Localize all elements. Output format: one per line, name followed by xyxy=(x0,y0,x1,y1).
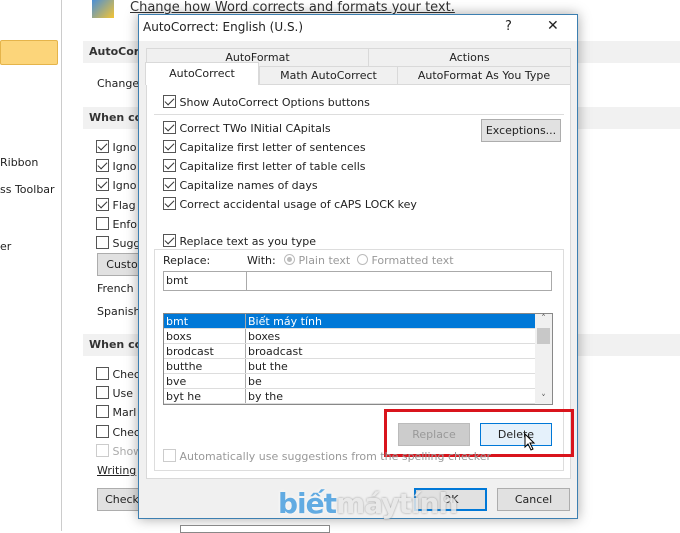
checkbox[interactable] xyxy=(163,95,176,108)
sidebar-item-other[interactable]: er xyxy=(0,240,11,253)
checkbox[interactable] xyxy=(163,140,176,153)
checkbox[interactable] xyxy=(96,140,109,153)
tab-math-autocorrect[interactable]: Math AutoCorrect xyxy=(259,66,398,85)
checkbox[interactable] xyxy=(96,405,109,419)
autocorrect-dialog: AutoCorrect: English (U.S.) ? ✕ AutoForm… xyxy=(138,14,578,519)
change-label: Change xyxy=(97,77,140,90)
tab-autocorrect[interactable]: AutoCorrect xyxy=(145,62,259,85)
mouse-cursor-icon xyxy=(524,432,536,454)
sidebar-item-proofing[interactable] xyxy=(0,40,58,65)
checkbox[interactable] xyxy=(163,121,176,134)
checkbox[interactable] xyxy=(163,159,176,172)
writing-style-label: Writing xyxy=(97,464,137,477)
checkbox[interactable] xyxy=(96,386,109,400)
replace-as-type-label: Replace text as you type xyxy=(179,235,316,248)
tab-actions[interactable]: Actions xyxy=(368,48,571,67)
options-sidebar xyxy=(0,0,62,531)
scroll-thumb[interactable] xyxy=(537,328,550,344)
bg-checklist-2: Chec Use Marl Chec Show xyxy=(96,365,142,461)
show-options-label: Show AutoCorrect Options buttons xyxy=(179,96,370,109)
with-label: With: xyxy=(247,254,276,267)
list-item[interactable]: brodcast broadcast xyxy=(164,344,535,359)
french-label: French xyxy=(97,282,134,295)
close-icon[interactable]: ✕ xyxy=(547,18,559,34)
list-item[interactable]: byt he by the xyxy=(164,389,535,404)
checkbox[interactable] xyxy=(96,443,109,457)
checkbox[interactable] xyxy=(163,197,176,210)
list-item[interactable]: bve be xyxy=(164,374,535,389)
divider xyxy=(154,114,564,115)
checkbox[interactable] xyxy=(163,449,176,462)
checkbox[interactable] xyxy=(96,424,109,438)
options-list: Correct TWo INitial CApitals Capitalize … xyxy=(163,119,417,214)
replace-label: Replace: xyxy=(163,254,211,267)
scroll-up-icon[interactable]: ˄ xyxy=(535,314,552,324)
replace-input[interactable]: bmt xyxy=(163,271,247,291)
spanish-label: Spanish xyxy=(97,305,141,318)
exceptions-button[interactable]: Exceptions... xyxy=(481,119,561,142)
checkbox[interactable] xyxy=(96,236,109,250)
header-text: Change how Word corrects and formats you… xyxy=(130,0,455,15)
checkbox[interactable] xyxy=(163,178,176,191)
checkbox[interactable] xyxy=(96,367,109,380)
autocorrect-panel: Show AutoCorrect Options buttons Correct… xyxy=(146,84,574,479)
cancel-button[interactable]: Cancel xyxy=(497,488,570,511)
help-button[interactable]: ? xyxy=(505,19,512,34)
sidebar-item-qat[interactable]: ss Toolbar xyxy=(0,183,55,196)
autocorrect-icon xyxy=(92,0,114,18)
title-bar: AutoCorrect: English (U.S.) ? ✕ xyxy=(139,15,577,41)
auto-suggest-label: Automatically use suggestions from the s… xyxy=(179,450,492,463)
plain-text-radio[interactable] xyxy=(284,254,295,265)
checkbox[interactable] xyxy=(163,234,176,247)
watermark-logo: biếtmáytính xyxy=(278,487,458,520)
with-input[interactable] xyxy=(246,271,552,291)
checkbox[interactable] xyxy=(96,178,109,192)
list-item[interactable]: butthe but the xyxy=(164,359,535,374)
bottom-dropdown[interactable] xyxy=(180,525,330,533)
entries-list[interactable]: bmt Biết máy tính boxs boxes brodcast broad… xyxy=(163,313,553,405)
list-item[interactable]: bmt Biết máy tính xyxy=(164,314,535,329)
bg-checklist-1: Igno Igno Igno Flag Enfo Sugg xyxy=(96,138,140,253)
sidebar-item-ribbon[interactable]: Ribbon xyxy=(0,156,38,169)
dialog-title: AutoCorrect: English (U.S.) xyxy=(143,20,304,34)
checkbox[interactable] xyxy=(96,197,109,211)
scrollbar[interactable]: ˄ ˅ xyxy=(535,314,552,404)
formatted-text-radio[interactable] xyxy=(357,254,368,265)
checkbox[interactable] xyxy=(96,159,109,173)
scroll-down-icon[interactable]: ˅ xyxy=(535,394,552,404)
checkbox[interactable] xyxy=(96,216,109,230)
tab-autoformat-as-you-type[interactable]: AutoFormat As You Type xyxy=(397,66,571,85)
list-item[interactable]: boxs boxes xyxy=(164,329,535,344)
